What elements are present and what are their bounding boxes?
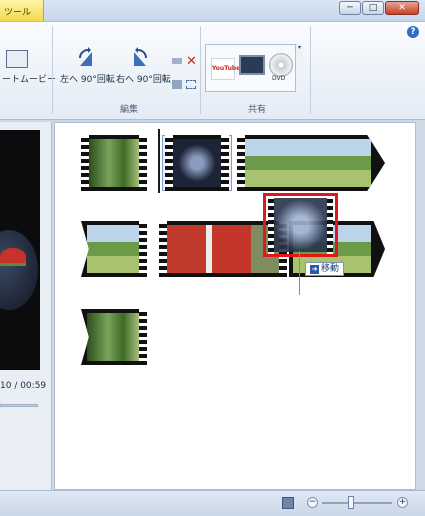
- minimize-button[interactable]: ─: [339, 1, 361, 15]
- film-strip: [268, 196, 274, 254]
- storyboard: ➜ 移動: [54, 122, 416, 490]
- clip-thumbnail-field: [87, 313, 139, 361]
- move-tooltip: ➜ 移動: [305, 262, 345, 276]
- set-start-icon[interactable]: [172, 58, 182, 64]
- zoom-out-button[interactable]: −: [307, 497, 318, 508]
- clip-thumbnail-landscape: [245, 139, 371, 187]
- zoom-in-button[interactable]: +: [397, 497, 408, 508]
- move-arrow-icon: ➜: [310, 264, 319, 274]
- rotate-left-button[interactable]: 左へ 90°回転: [60, 72, 115, 85]
- ribbon: ? ートムービー 左へ 90°回転 右へ 90°回転 ✕ 編集 YouTube …: [0, 22, 425, 120]
- select-all-icon[interactable]: [186, 80, 196, 89]
- dvd-icon[interactable]: [269, 53, 293, 77]
- preview-time-readout: 10 / 00:59: [0, 381, 47, 391]
- clip-thumbnail-forest: [89, 139, 139, 187]
- preview-seek-bar[interactable]: [0, 404, 38, 407]
- monitor-icon[interactable]: [239, 55, 265, 75]
- preview-watermelon-image: [0, 248, 26, 266]
- storyboard-clip[interactable]: [237, 135, 385, 191]
- film-strip: [159, 221, 167, 277]
- film-strip: [81, 135, 89, 191]
- clip-thumbnail-landscape: [87, 225, 139, 273]
- thumbnail-size-icon[interactable]: [282, 497, 294, 509]
- tab-video-tools[interactable]: ツール: [0, 0, 44, 21]
- storyboard-clip[interactable]: [81, 309, 147, 365]
- insertion-marker: [158, 129, 160, 193]
- film-strip: [139, 135, 147, 191]
- drop-position-line: [299, 251, 300, 295]
- window-controls: ─ □ ✕: [339, 1, 419, 15]
- ribbon-separator: [52, 26, 53, 114]
- film-strip: [139, 309, 147, 365]
- zoom-slider-thumb[interactable]: [348, 496, 354, 509]
- share-group-label: 共有: [248, 105, 267, 115]
- move-label: 移動: [321, 264, 340, 274]
- share-gallery-more-button[interactable]: ▾: [295, 44, 303, 92]
- film-strip: [139, 221, 147, 277]
- help-icon[interactable]: ?: [407, 26, 419, 38]
- youtube-icon[interactable]: YouTube: [211, 58, 240, 80]
- auto-movie-label[interactable]: ートムービー: [2, 72, 56, 85]
- maximize-button[interactable]: □: [362, 1, 384, 15]
- close-button[interactable]: ✕: [385, 1, 419, 15]
- dragged-clip-thumbnail: [268, 198, 333, 252]
- clip-thumbnail-dishes: [173, 139, 221, 187]
- film-strip: [237, 135, 245, 191]
- storyboard-clip[interactable]: [165, 135, 229, 191]
- dragged-clip-ghost[interactable]: [263, 193, 338, 257]
- ribbon-separator: [200, 26, 201, 114]
- storyboard-clip[interactable]: [81, 135, 147, 191]
- storyboard-clip[interactable]: [81, 221, 147, 277]
- preview-plate-image: [0, 230, 38, 310]
- status-bar: − +: [0, 490, 425, 516]
- film-strip: [165, 135, 173, 191]
- edit-group-label: 編集: [120, 105, 139, 115]
- remove-icon[interactable]: ✕: [186, 54, 197, 69]
- rotate-right-button[interactable]: 右へ 90°回転: [116, 72, 171, 85]
- dvd-label: DVD: [272, 75, 286, 82]
- auto-movie-icon[interactable]: [6, 50, 28, 68]
- add-icon[interactable]: [172, 80, 182, 89]
- rotate-right-icon[interactable]: [130, 46, 150, 68]
- share-gallery: YouTube DVD: [205, 44, 303, 92]
- zoom-slider-track[interactable]: [322, 502, 392, 504]
- rotate-left-icon[interactable]: [76, 46, 96, 68]
- ribbon-separator: [310, 26, 311, 114]
- preview-pane: 10 / 00:59: [0, 122, 52, 490]
- film-strip: [327, 196, 333, 254]
- film-strip: [221, 135, 229, 191]
- preview-video[interactable]: [0, 130, 40, 370]
- title-bar: ツール ─ □ ✕: [0, 0, 425, 22]
